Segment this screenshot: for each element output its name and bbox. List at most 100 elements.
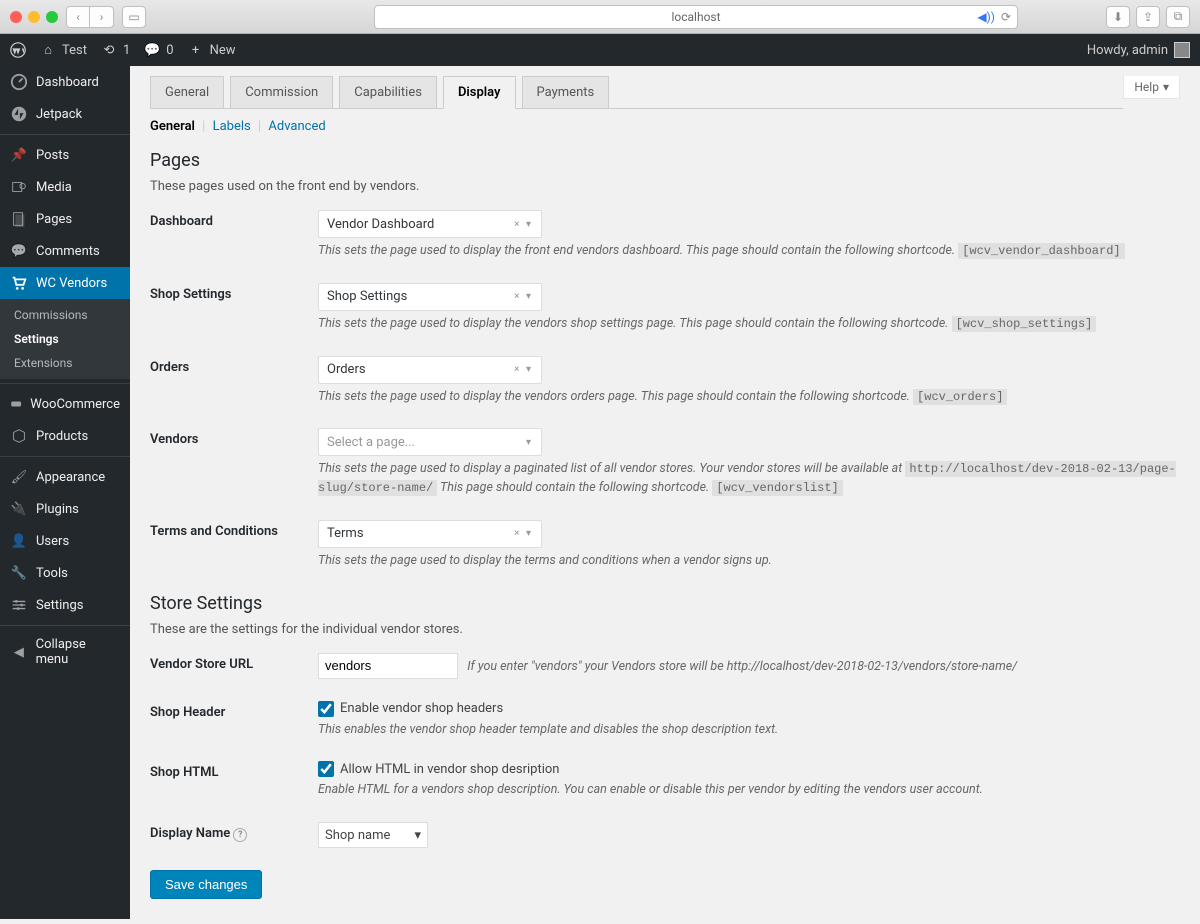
refresh-icon[interactable]: ⟳ bbox=[1001, 10, 1011, 24]
updates-icon: ⟲ bbox=[101, 42, 117, 58]
site-name-link[interactable]: ⌂Test bbox=[40, 42, 87, 58]
sidebar-sub-settings[interactable]: Settings bbox=[0, 327, 130, 351]
tab-payments[interactable]: Payments bbox=[522, 76, 610, 108]
sidebar-item-pages[interactable]: Pages bbox=[0, 203, 130, 235]
sidebar-sub-commissions[interactable]: Commissions bbox=[0, 303, 130, 327]
sliders-icon bbox=[10, 596, 28, 614]
dashboard-label: Dashboard bbox=[150, 210, 318, 261]
jetpack-icon bbox=[10, 105, 28, 123]
shop-header-help: This enables the vendor shop header temp… bbox=[318, 721, 1180, 740]
home-icon: ⌂ bbox=[40, 42, 56, 58]
terms-help: This sets the page used to display the t… bbox=[318, 552, 1180, 571]
wp-logo[interactable] bbox=[10, 42, 26, 58]
dashboard-page-select[interactable]: Vendor Dashboard× ▾ bbox=[318, 210, 542, 238]
sidebar-item-appearance[interactable]: 🖌Appearance bbox=[0, 461, 130, 493]
sidebar-item-products[interactable]: Products bbox=[0, 420, 130, 452]
wordpress-icon bbox=[10, 42, 26, 58]
back-button[interactable]: ‹ bbox=[66, 6, 90, 28]
pages-icon bbox=[10, 210, 28, 228]
subtab-general[interactable]: General bbox=[150, 119, 195, 134]
sidebar-item-dashboard[interactable]: Dashboard bbox=[0, 66, 130, 98]
updates-link[interactable]: ⟲1 bbox=[101, 42, 130, 58]
sidebar-label: Appearance bbox=[36, 470, 105, 485]
avatar bbox=[1174, 42, 1190, 58]
sidebar-label: Plugins bbox=[36, 502, 79, 517]
terms-label: Terms and Conditions bbox=[150, 520, 318, 571]
tabs-button[interactable]: ⧉ bbox=[1166, 6, 1190, 28]
display-name-select[interactable]: Shop name▾ bbox=[318, 822, 428, 848]
sidebar-label: Posts bbox=[36, 148, 69, 163]
shop-settings-label: Shop Settings bbox=[150, 283, 318, 334]
shop-header-label: Shop Header bbox=[150, 701, 318, 740]
shop-settings-page-select[interactable]: Shop Settings× ▾ bbox=[318, 283, 542, 311]
woocommerce-icon bbox=[10, 395, 22, 413]
store-heading: Store Settings bbox=[150, 593, 1180, 614]
new-content-link[interactable]: +New bbox=[188, 42, 236, 58]
forward-button[interactable]: › bbox=[90, 6, 114, 28]
sidebar-label: Users bbox=[36, 534, 69, 549]
close-window-icon[interactable] bbox=[10, 11, 22, 23]
orders-help: This sets the page used to display the v… bbox=[318, 388, 1180, 407]
cart-icon bbox=[10, 274, 28, 292]
shop-html-label: Shop HTML bbox=[150, 761, 318, 800]
sidebar-label: Tools bbox=[36, 566, 68, 581]
save-button[interactable]: Save changes bbox=[150, 870, 262, 899]
vendors-label: Vendors bbox=[150, 428, 318, 498]
tab-general[interactable]: General bbox=[150, 76, 224, 108]
browser-chrome: ‹ › ▭ localhost ◀)) ⟳ ⬇ ⇪ ⧉ bbox=[0, 0, 1200, 34]
tab-commission[interactable]: Commission bbox=[230, 76, 333, 108]
sidebar-item-comments[interactable]: 💬Comments bbox=[0, 235, 130, 267]
clear-dropdown-icon: × ▾ bbox=[514, 364, 533, 375]
comments-link[interactable]: 💬0 bbox=[144, 42, 173, 58]
sidebar-item-users[interactable]: 👤 Users bbox=[0, 525, 130, 557]
sidebar-item-collapse[interactable]: ◀Collapse menu bbox=[0, 630, 130, 674]
subtab-labels[interactable]: Labels bbox=[213, 119, 251, 134]
sidebar-toggle-button[interactable]: ▭ bbox=[122, 6, 146, 28]
sidebar-label: Media bbox=[36, 180, 72, 195]
pages-desc: These pages used on the front end by ven… bbox=[150, 179, 1180, 194]
nav-back-forward: ‹ › bbox=[66, 6, 114, 28]
shop-settings-help: This sets the page used to display the v… bbox=[318, 315, 1180, 334]
help-tab[interactable]: Help▾ bbox=[1123, 76, 1180, 99]
clear-dropdown-icon: × ▾ bbox=[514, 291, 533, 302]
comments-icon: 💬 bbox=[10, 242, 28, 260]
store-url-input[interactable] bbox=[318, 653, 458, 679]
sidebar-item-woocommerce[interactable]: WooCommerce bbox=[0, 388, 130, 420]
admin-sidebar: Dashboard Jetpack 📌Posts Media Pages 💬Co… bbox=[0, 66, 130, 919]
sidebar-label: Jetpack bbox=[36, 107, 82, 122]
orders-page-select[interactable]: Orders× ▾ bbox=[318, 356, 542, 384]
subtab-advanced[interactable]: Advanced bbox=[268, 119, 325, 134]
dashboard-icon bbox=[10, 73, 28, 91]
maximize-window-icon[interactable] bbox=[46, 11, 58, 23]
user-icon: 👤 bbox=[10, 532, 28, 550]
products-icon bbox=[10, 427, 28, 445]
sidebar-item-wc-vendors[interactable]: WC Vendors bbox=[0, 267, 130, 299]
wp-adminbar: ⌂Test ⟲1 💬0 +New Howdy, admin bbox=[0, 34, 1200, 66]
shop-header-checkbox[interactable] bbox=[318, 701, 334, 717]
media-icon bbox=[10, 178, 28, 196]
orders-label: Orders bbox=[150, 356, 318, 407]
terms-page-select[interactable]: Terms× ▾ bbox=[318, 520, 542, 548]
vendors-page-select[interactable]: Select a page...▾ bbox=[318, 428, 542, 456]
howdy-link[interactable]: Howdy, admin bbox=[1087, 42, 1190, 58]
traffic-lights bbox=[10, 11, 58, 23]
share-button[interactable]: ⇪ bbox=[1136, 6, 1160, 28]
sidebar-item-posts[interactable]: 📌Posts bbox=[0, 139, 130, 171]
sidebar-item-tools[interactable]: 🔧Tools bbox=[0, 557, 130, 589]
sidebar-item-jetpack[interactable]: Jetpack bbox=[0, 98, 130, 130]
store-url-label: Vendor Store URL bbox=[150, 653, 318, 679]
shop-html-checkbox-row[interactable]: Allow HTML in vendor shop desription bbox=[318, 761, 1180, 777]
shop-html-checkbox[interactable] bbox=[318, 761, 334, 777]
download-button[interactable]: ⬇ bbox=[1106, 6, 1130, 28]
tab-display[interactable]: Display bbox=[443, 76, 516, 109]
reader-icon[interactable]: ◀)) bbox=[977, 10, 995, 24]
help-tooltip-icon[interactable]: ? bbox=[233, 828, 247, 842]
url-bar[interactable]: localhost ◀)) ⟳ bbox=[374, 5, 1018, 29]
sidebar-item-settings[interactable]: Settings bbox=[0, 589, 130, 621]
sidebar-item-media[interactable]: Media bbox=[0, 171, 130, 203]
tab-capabilities[interactable]: Capabilities bbox=[339, 76, 437, 108]
minimize-window-icon[interactable] bbox=[28, 11, 40, 23]
sidebar-sub-extensions[interactable]: Extensions bbox=[0, 351, 130, 375]
shop-header-checkbox-row[interactable]: Enable vendor shop headers bbox=[318, 701, 1180, 717]
sidebar-item-plugins[interactable]: 🔌Plugins bbox=[0, 493, 130, 525]
